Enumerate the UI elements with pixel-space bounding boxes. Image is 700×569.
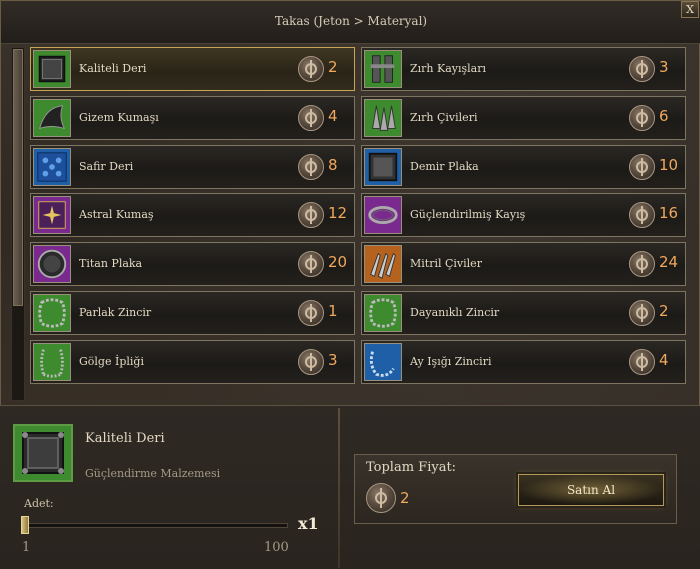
item-card[interactable]: Safir Deri 8 <box>30 144 355 189</box>
item-name: Astral Kumaş <box>79 208 154 222</box>
token-icon <box>629 300 655 326</box>
token-icon <box>298 348 324 375</box>
item-price: 10 <box>659 155 679 174</box>
astral-cloth-icon <box>33 196 71 235</box>
titan-plate-icon <box>33 245 71 284</box>
title-bar: Takas (Jeton > Materyal) X <box>1 1 700 44</box>
window-title: Takas (Jeton > Materyal) <box>274 14 428 28</box>
item-name: Kaliteli Deri <box>79 62 147 75</box>
item-price: 8 <box>328 155 338 174</box>
item-card[interactable]: Gölge İpliği 3 <box>30 339 355 384</box>
item-grid: Kaliteli Deri 2 Zırh Kayışları 3 Gizem Kumaş… <box>30 47 694 399</box>
token-icon <box>298 300 324 326</box>
selected-item-category: Güçlendirme Malzemesi <box>85 467 221 480</box>
chain-icon <box>364 294 402 332</box>
token-icon <box>298 104 324 131</box>
selected-item-icon <box>13 424 73 482</box>
item-card[interactable]: Zırh Kayışları 3 <box>361 47 686 91</box>
quantity-slider[interactable] <box>26 523 288 528</box>
cloth-icon <box>33 98 71 137</box>
item-card[interactable]: Ay Işığı Zinciri 4 <box>361 339 686 384</box>
buy-button[interactable]: Satın Al <box>518 474 664 506</box>
item-card[interactable]: Dayanıklı Zincir 2 <box>361 291 686 335</box>
moonlight-chain-icon <box>364 342 402 381</box>
token-icon <box>298 202 324 229</box>
slider-min-label: 1 <box>22 540 31 555</box>
token-icon <box>629 153 655 180</box>
token-icon <box>629 251 655 278</box>
item-price: 3 <box>659 58 669 76</box>
spikes-icon <box>364 98 402 137</box>
token-icon <box>629 104 655 131</box>
item-name: Zırh Çivileri <box>410 110 478 124</box>
item-name: Demir Plaka <box>410 159 479 173</box>
selected-item-name: Kaliteli Deri <box>85 431 165 446</box>
item-name: Safir Deri <box>79 159 134 173</box>
slider-max-label: 100 <box>264 540 289 555</box>
iron-plate-icon <box>364 147 402 186</box>
item-card[interactable]: Demir Plaka 10 <box>361 144 686 189</box>
reinforced-strap-icon <box>364 196 402 235</box>
item-card[interactable]: Gizem Kumaşı 4 <box>30 95 355 140</box>
item-card[interactable]: Zırh Çivileri 6 <box>361 95 686 140</box>
item-price: 2 <box>659 302 669 320</box>
total-price-value: 2 <box>400 489 410 507</box>
quantity-label: Adet: <box>24 497 54 510</box>
item-price: 20 <box>328 253 348 272</box>
item-price: 24 <box>659 253 679 272</box>
sapphire-leather-icon <box>33 147 71 186</box>
mithril-spikes-icon <box>364 245 402 284</box>
token-icon <box>629 202 655 229</box>
item-card[interactable]: Parlak Zincir 1 <box>30 291 355 335</box>
token-icon <box>298 153 324 180</box>
item-list-scrollbar[interactable] <box>11 47 25 401</box>
total-price-label: Toplam Fiyat: <box>366 460 457 475</box>
thread-icon <box>33 342 71 381</box>
item-price: 2 <box>328 58 338 76</box>
item-name: Gölge İpliği <box>79 354 144 368</box>
leather-icon <box>33 50 71 88</box>
item-name: Güçlendirilmiş Kayış <box>410 208 526 222</box>
item-card[interactable]: Astral Kumaş 12 <box>30 193 355 238</box>
token-icon <box>366 483 396 513</box>
scrollbar-thumb[interactable] <box>13 49 23 306</box>
item-price: 16 <box>659 204 679 223</box>
token-icon <box>629 56 655 82</box>
item-price: 12 <box>328 204 348 223</box>
token-icon <box>298 251 324 278</box>
item-price: 1 <box>328 302 338 320</box>
item-card[interactable]: Güçlendirilmiş Kayış 16 <box>361 193 686 238</box>
item-price: 4 <box>659 350 669 369</box>
quantity-value: x1 <box>298 514 319 533</box>
item-name: Mitril Çiviler <box>410 257 482 271</box>
item-name: Dayanıklı Zincir <box>410 306 500 319</box>
straps-icon <box>364 50 402 88</box>
token-icon <box>629 348 655 375</box>
item-name: Parlak Zincir <box>79 306 152 319</box>
item-name: Zırh Kayışları <box>410 62 487 75</box>
item-price: 3 <box>328 350 338 369</box>
item-name: Ay Işığı Zinciri <box>410 354 492 368</box>
item-card[interactable]: Mitril Çiviler 24 <box>361 242 686 287</box>
item-name: Gizem Kumaşı <box>79 110 159 124</box>
token-icon <box>298 56 324 82</box>
chain-icon <box>33 294 71 332</box>
item-name: Titan Plaka <box>79 257 143 271</box>
quantity-slider-handle[interactable] <box>21 516 29 534</box>
panel-divider <box>338 408 340 568</box>
item-card[interactable]: Kaliteli Deri 2 <box>30 47 355 91</box>
item-price: 4 <box>328 106 338 125</box>
item-card[interactable]: Titan Plaka 20 <box>30 242 355 287</box>
item-price: 6 <box>659 106 669 125</box>
close-button[interactable]: X <box>681 1 699 18</box>
